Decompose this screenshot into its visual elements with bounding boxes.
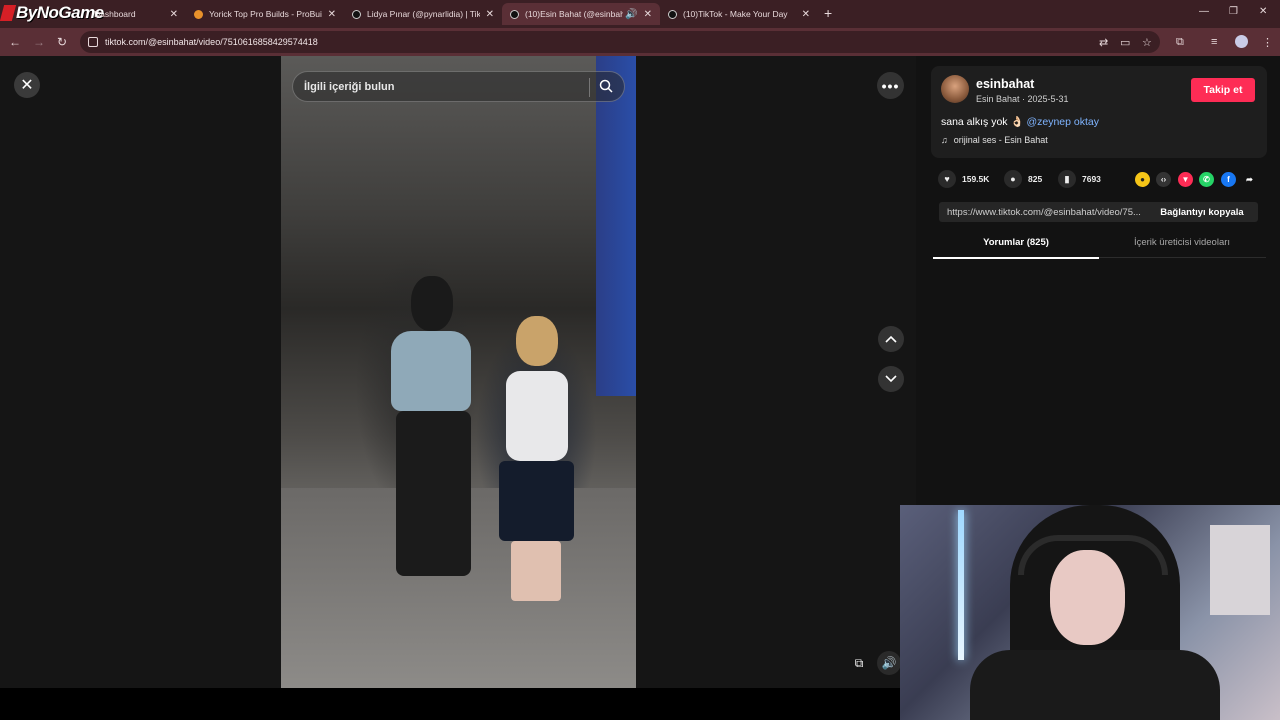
- tiktok-favicon-icon: [510, 9, 519, 19]
- comment-count: 825: [1028, 174, 1043, 184]
- post-caption: sana alkış yok 👌🏻 @zeynep oktay: [941, 115, 1099, 128]
- tab-close-icon[interactable]: ✕: [328, 9, 336, 20]
- address-text: tiktok.com/@esinbahat/video/751061685842…: [105, 37, 318, 47]
- restore-icon[interactable]: ❐: [1229, 6, 1238, 17]
- browser-menu-icon[interactable]: ⋮: [1262, 36, 1273, 49]
- tiktok-favicon-icon: [352, 9, 361, 19]
- share-arrow-icon[interactable]: ➦: [1242, 172, 1257, 187]
- speaker-icon: 🔊: [881, 656, 897, 670]
- whatsapp-icon[interactable]: ✆: [1199, 172, 1214, 187]
- tab-close-icon[interactable]: ✕: [170, 9, 178, 20]
- tab-comments[interactable]: Yorumlar (825): [933, 237, 1099, 259]
- chevron-up-icon: [885, 335, 897, 343]
- music-note-icon: ♫: [941, 135, 948, 145]
- creator-avatar[interactable]: [941, 75, 969, 103]
- save-button[interactable]: ▮ 7693: [1058, 170, 1101, 188]
- coin-share-icon[interactable]: ●: [1135, 172, 1150, 187]
- translate-icon[interactable]: ⇄: [1099, 36, 1108, 49]
- headset-icon: [1018, 535, 1168, 575]
- tab-lidya-pinar[interactable]: Lidya Pınar (@pynarlidia) | TikTok ✕: [344, 3, 502, 25]
- tab-tiktok-home[interactable]: (10)TikTok - Make Your Day ✕: [660, 3, 818, 25]
- previous-video-button[interactable]: [878, 326, 904, 352]
- search-placeholder: İlgili içeriği bulun: [304, 80, 395, 93]
- comment-button[interactable]: ● 825: [1004, 170, 1042, 188]
- tab-title: Dashboard: [94, 9, 136, 19]
- minimize-icon[interactable]: —: [1199, 6, 1209, 17]
- embed-icon[interactable]: ‹›: [1156, 172, 1171, 187]
- music-link[interactable]: ♫ orijinal ses - Esin Bahat: [941, 135, 1048, 145]
- tab-close-icon[interactable]: ✕: [802, 9, 810, 20]
- tiktok-favicon-icon: [668, 9, 677, 19]
- video-scene-wall: [596, 56, 636, 396]
- music-title: orijinal ses - Esin Bahat: [953, 135, 1048, 145]
- webcam-background-decor: [1210, 525, 1270, 615]
- like-button[interactable]: ♥ 159.5K: [938, 170, 989, 188]
- tab-title: Lidya Pınar (@pynarlidia) | TikTok: [367, 9, 480, 19]
- copy-link-button[interactable]: Bağlantıyı kopyala: [1146, 202, 1258, 222]
- brand-mark-icon: [0, 5, 17, 21]
- reading-list-icon[interactable]: ≡: [1211, 36, 1217, 48]
- heart-icon: ♥: [938, 170, 956, 188]
- search-icon[interactable]: [599, 79, 613, 93]
- tab-close-icon[interactable]: ✕: [486, 9, 494, 20]
- site-info-icon[interactable]: [88, 37, 98, 47]
- creator-subline: Esin Bahat · 2025-5-31: [976, 94, 1069, 104]
- caption-text: sana alkış yok 👌🏻: [941, 116, 1024, 128]
- dancer-right: [481, 316, 591, 606]
- forward-icon[interactable]: →: [33, 35, 45, 49]
- engagement-bar: ♥ 159.5K ● 825 ▮ 7693 ● ‹› ▼ ✆ f ➦: [938, 170, 1268, 190]
- facebook-icon[interactable]: f: [1221, 172, 1236, 187]
- share-link-row: https://www.tiktok.com/@esinbahat/video/…: [939, 202, 1258, 222]
- tab-title: (10)TikTok - Make Your Day: [683, 9, 788, 19]
- tab-title: (10)Esin Bahat (@esinbahat): [525, 9, 624, 19]
- window-close-icon[interactable]: ✕: [1259, 6, 1267, 17]
- cast-icon[interactable]: ▭: [1120, 36, 1130, 49]
- comments-tabs: Yorumlar (825) İçerik üreticisi videolar…: [933, 232, 1266, 259]
- bookmark-icon: ▮: [1058, 170, 1076, 188]
- close-viewer-button[interactable]: ✕: [14, 72, 40, 98]
- creator-username[interactable]: esinbahat: [976, 77, 1034, 91]
- chevron-down-icon: [885, 375, 897, 383]
- next-video-button[interactable]: [878, 366, 904, 392]
- page-bottom-bar: [0, 688, 900, 720]
- close-icon: ✕: [20, 77, 34, 94]
- browser-toolbar: ← → ↻ tiktok.com/@esinbahat/video/751061…: [0, 28, 1280, 56]
- back-icon[interactable]: ←: [9, 35, 21, 49]
- bookmark-star-icon[interactable]: ☆: [1142, 36, 1152, 49]
- video-player[interactable]: [281, 56, 636, 688]
- volume-button[interactable]: 🔊: [877, 651, 901, 675]
- pip-button[interactable]: ⧉: [847, 651, 871, 675]
- tab-dashboard[interactable]: Dashboard ✕: [86, 3, 186, 25]
- extensions-icon[interactable]: ⧉: [1176, 36, 1184, 49]
- more-options-button[interactable]: •••: [877, 72, 904, 99]
- more-icon: •••: [881, 77, 900, 94]
- share-url-field[interactable]: https://www.tiktok.com/@esinbahat/video/…: [947, 207, 1152, 218]
- webcam-overlay: [900, 505, 1280, 720]
- profile-avatar[interactable]: [1235, 35, 1248, 48]
- video-viewer: ✕ İlgili içeriği bulun ••• ⧉ 🔊: [0, 56, 916, 688]
- comment-icon: ●: [1004, 170, 1022, 188]
- audio-playing-icon[interactable]: 🔊: [625, 9, 637, 20]
- search-divider: [589, 78, 590, 97]
- post-info-card: esinbahat Esin Bahat · 2025-5-31 Takip e…: [931, 66, 1267, 158]
- tab-creator-videos[interactable]: İçerik üreticisi videoları: [1099, 237, 1265, 248]
- tab-close-icon[interactable]: ✕: [644, 9, 652, 20]
- related-search-input[interactable]: İlgili içeriği bulun: [292, 71, 625, 102]
- webcam-background-light: [958, 510, 964, 660]
- streamer-outfit: [970, 650, 1220, 720]
- follow-button[interactable]: Takip et: [1191, 78, 1255, 102]
- probuilds-favicon-icon: [194, 9, 203, 19]
- caption-mention-link[interactable]: @zeynep oktay: [1026, 116, 1099, 128]
- save-count: 7693: [1082, 174, 1101, 184]
- like-count: 159.5K: [962, 174, 990, 184]
- reload-icon[interactable]: ↻: [57, 35, 67, 49]
- tab-probuilds[interactable]: Yorick Top Pro Builds - ProBuilds ✕: [186, 3, 344, 25]
- send-share-icon[interactable]: ▼: [1178, 172, 1193, 187]
- tab-title: Yorick Top Pro Builds - ProBuilds: [209, 9, 322, 19]
- address-bar[interactable]: tiktok.com/@esinbahat/video/751061685842…: [80, 31, 1160, 53]
- picture-in-picture-icon: ⧉: [854, 655, 864, 670]
- browser-tab-bar: ByNoGame Dashboard ✕ Yorick Top Pro Buil…: [0, 0, 1280, 28]
- new-tab-icon[interactable]: +: [824, 5, 832, 21]
- tab-esin-bahat[interactable]: (10)Esin Bahat (@esinbahat) 🔊 ✕: [502, 3, 660, 25]
